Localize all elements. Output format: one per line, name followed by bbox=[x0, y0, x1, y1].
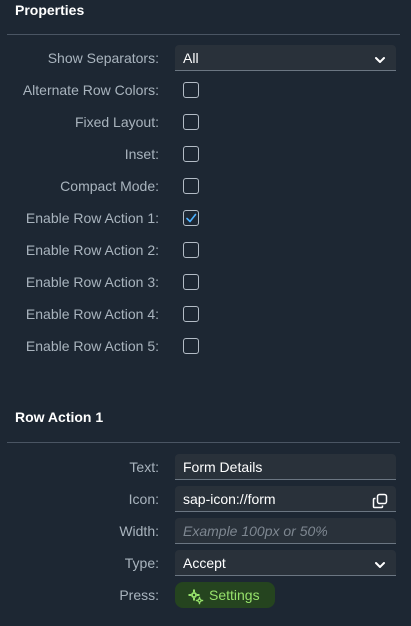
width-row: Width: Example 100px or 50% bbox=[0, 518, 411, 544]
checkbox-label: Fixed Layout: bbox=[74, 114, 159, 130]
checkbox-row: Enable Row Action 3: bbox=[0, 269, 411, 295]
checkbox-label: Enable Row Action 4: bbox=[25, 306, 159, 322]
width-input[interactable]: Example 100px or 50% bbox=[175, 518, 396, 544]
chevron-down-icon bbox=[372, 50, 388, 66]
checkbox-label: Enable Row Action 2: bbox=[25, 242, 159, 258]
icon-row: Icon: sap-icon://form bbox=[0, 486, 411, 512]
text-input-value: Form Details bbox=[183, 459, 263, 475]
show-separators-label: Show Separators: bbox=[47, 50, 159, 66]
checkbox[interactable] bbox=[183, 178, 199, 194]
checkbox-row: Compact Mode: bbox=[0, 173, 411, 199]
checkbox[interactable] bbox=[183, 306, 199, 322]
show-separators-select[interactable]: All bbox=[175, 45, 396, 71]
checkbox[interactable] bbox=[183, 210, 199, 226]
checkbox-label: Alternate Row Colors: bbox=[22, 82, 159, 98]
checkbox-row: Inset: bbox=[0, 141, 411, 167]
checkbox-row: Enable Row Action 4: bbox=[0, 301, 411, 327]
checkbox-label: Enable Row Action 1: bbox=[25, 210, 159, 226]
checkbox-row: Enable Row Action 1: bbox=[0, 205, 411, 231]
checkbox-row: Enable Row Action 2: bbox=[0, 237, 411, 263]
checkbox[interactable] bbox=[183, 242, 199, 258]
width-placeholder: Example 100px or 50% bbox=[183, 523, 328, 539]
value-help-icon[interactable] bbox=[372, 491, 388, 509]
type-select[interactable]: Accept bbox=[175, 550, 396, 576]
text-label: Text: bbox=[129, 459, 159, 475]
icon-input-value: sap-icon://form bbox=[183, 491, 276, 507]
row-action-divider bbox=[7, 442, 400, 443]
checkbox[interactable] bbox=[183, 146, 199, 162]
gears-icon bbox=[188, 587, 204, 613]
checkbox[interactable] bbox=[183, 114, 199, 130]
checkbox[interactable] bbox=[183, 274, 199, 290]
type-value: Accept bbox=[183, 555, 226, 571]
checkmark-icon bbox=[186, 213, 197, 223]
type-row: Type: Accept bbox=[0, 550, 411, 576]
press-row: Press: Settings bbox=[0, 582, 411, 608]
show-separators-row: Show Separators: All bbox=[0, 45, 411, 71]
type-label: Type: bbox=[124, 555, 159, 571]
checkbox-row: Fixed Layout: bbox=[0, 109, 411, 135]
checkbox-label: Compact Mode: bbox=[60, 178, 159, 194]
checkbox-row: Alternate Row Colors: bbox=[0, 77, 411, 103]
text-input[interactable]: Form Details bbox=[175, 454, 396, 480]
chevron-down-icon bbox=[372, 555, 388, 571]
row-action-title: Row Action 1 bbox=[15, 409, 104, 425]
properties-divider bbox=[7, 34, 400, 35]
settings-button-label: Settings bbox=[209, 587, 260, 603]
checkbox[interactable] bbox=[183, 338, 199, 354]
checkbox-label: Inset: bbox=[124, 146, 159, 162]
width-label: Width: bbox=[119, 523, 159, 539]
settings-button[interactable]: Settings bbox=[175, 582, 275, 608]
checkbox[interactable] bbox=[183, 82, 199, 98]
press-label: Press: bbox=[119, 587, 159, 603]
text-row: Text: Form Details bbox=[0, 454, 411, 480]
checkbox-row: Enable Row Action 5: bbox=[0, 333, 411, 359]
icon-label: Icon: bbox=[128, 491, 159, 507]
icon-input[interactable]: sap-icon://form bbox=[175, 486, 396, 512]
show-separators-value: All bbox=[183, 50, 199, 66]
checkbox-label: Enable Row Action 5: bbox=[25, 338, 159, 354]
checkbox-label: Enable Row Action 3: bbox=[25, 274, 159, 290]
properties-title: Properties bbox=[15, 2, 85, 18]
